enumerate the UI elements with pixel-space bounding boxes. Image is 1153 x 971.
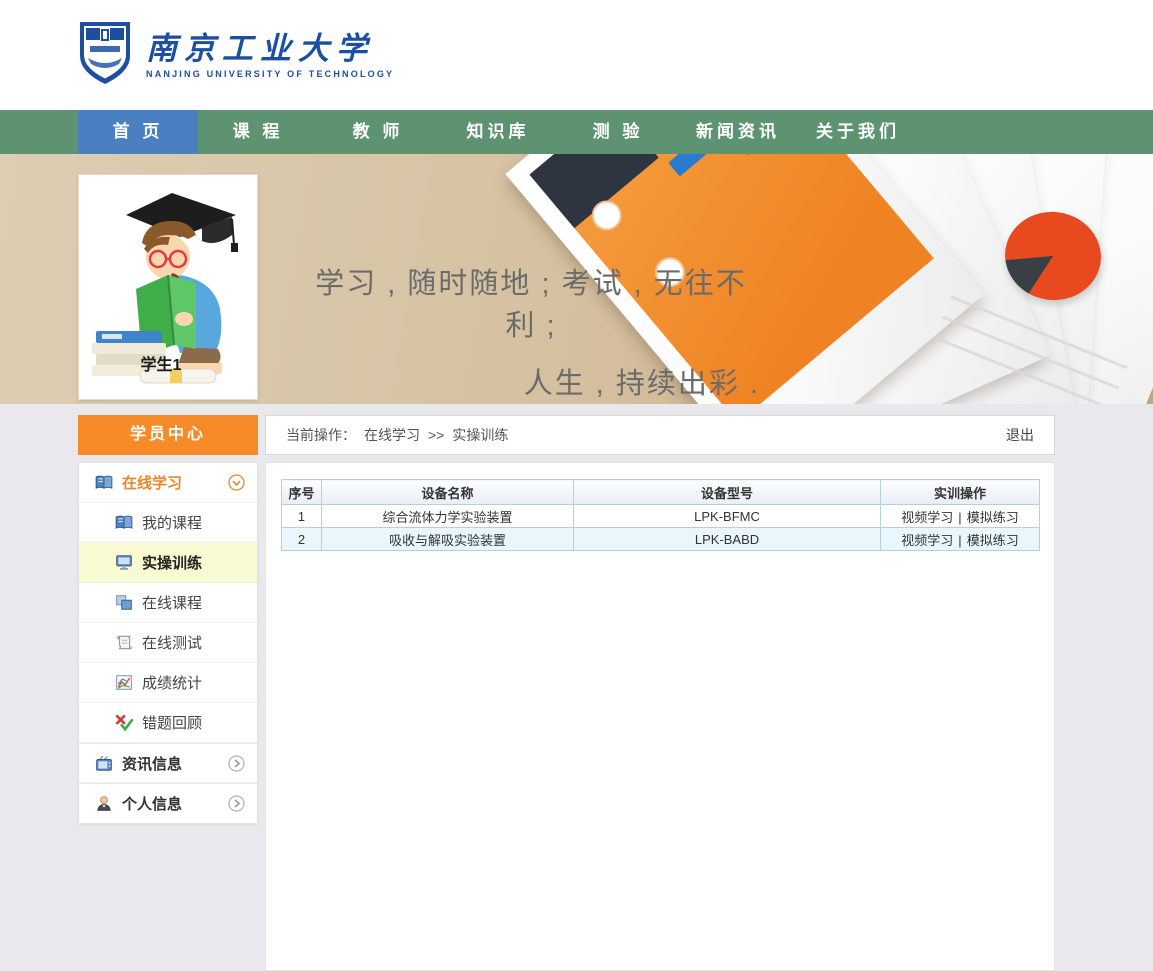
sidebar-item-label: 资讯信息 — [122, 755, 183, 773]
devices-table: 序号 设备名称 设备型号 实训操作 1 综合流体力学实验装置 LPK-BFMC … — [281, 479, 1040, 551]
sidebar-item-label: 在线课程 — [142, 595, 203, 612]
cell-training-ops: 视频学习 | 模拟练习 — [880, 504, 1040, 528]
chevron-down-icon[interactable] — [228, 474, 245, 491]
sidebar-item-wrong-question-review[interactable]: 错题回顾 — [79, 703, 257, 743]
breadcrumb-current: 实操训练 — [452, 427, 509, 443]
nav-item-about[interactable]: 关于我们 — [798, 110, 918, 154]
chevron-right-icon[interactable] — [228, 795, 245, 812]
review-check-icon — [115, 714, 134, 732]
sidebar-item-online-courses[interactable]: 在线课程 — [79, 583, 257, 623]
cell-index: 1 — [281, 504, 322, 528]
simulation-practice-link[interactable]: 模拟练习 — [967, 533, 1019, 548]
table-header-row: 序号 设备名称 设备型号 实训操作 — [281, 479, 1040, 505]
content-panel: 序号 设备名称 设备型号 实训操作 1 综合流体力学实验装置 LPK-BFMC … — [265, 462, 1055, 971]
sidebar-item-personal-info[interactable]: 个人信息 — [79, 783, 257, 823]
nav-item-news[interactable]: 新闻资讯 — [678, 110, 798, 154]
sidebar-item-my-courses[interactable]: 我的课程 — [79, 503, 257, 543]
video-study-link[interactable]: 视频学习 — [901, 533, 953, 548]
slogan-line-2: 人生 , 持续出彩 . — [523, 368, 760, 400]
main-navbar: 首 页 课 程 教 师 知识库 测 验 新闻资讯 关于我们 — [0, 110, 1153, 154]
table-row: 2 吸收与解吸实验装置 LPK-BABD 视频学习 | 模拟练习 — [281, 527, 1040, 551]
sidebar-item-practical-training[interactable]: 实操训练 — [79, 543, 257, 583]
cell-training-ops: 视频学习 | 模拟练习 — [880, 527, 1040, 551]
hero-banner: 学习 , 随时随地 ; 考试 , 无往不利 ; 人生 , 持续出彩 . 学生1 — [0, 154, 1153, 404]
student-name-label: 学生1 — [140, 357, 182, 374]
ops-separator: | — [958, 509, 962, 525]
nav-item-tests[interactable]: 测 验 — [558, 110, 678, 154]
sidebar-item-label: 我的课程 — [142, 515, 203, 532]
member-center-header[interactable]: 学员中心 — [78, 415, 258, 455]
table-row: 1 综合流体力学实验装置 LPK-BFMC 视频学习 | 模拟练习 — [281, 504, 1040, 528]
col-header-device-name: 设备名称 — [321, 479, 574, 505]
person-icon — [95, 795, 113, 812]
scroll-icon — [115, 634, 133, 651]
ops-separator: | — [958, 532, 962, 548]
col-header-device-model: 设备型号 — [573, 479, 881, 505]
open-book-icon — [115, 514, 133, 531]
sidebar-item-label: 错题回顾 — [142, 715, 203, 732]
cell-index: 2 — [281, 527, 322, 551]
sidebar-item-online-study[interactable]: 在线学习 — [79, 463, 257, 503]
sidebar-item-online-tests[interactable]: 在线测试 — [79, 623, 257, 663]
university-logo[interactable]: 南京工业大学 NANJING UNIVERSITY OF TECHNOLOGY — [78, 20, 394, 91]
open-book-icon — [95, 474, 113, 491]
nav-item-courses[interactable]: 课 程 — [198, 110, 318, 154]
logo-en-title: NANJING UNIVERSITY OF TECHNOLOGY — [146, 69, 395, 80]
top-header: 南京工业大学 NANJING UNIVERSITY OF TECHNOLOGY — [0, 0, 1153, 110]
sidebar-item-label: 在线学习 — [122, 475, 183, 492]
cell-device-model: LPK-BFMC — [573, 504, 881, 528]
logo-text: 南京工业大学 NANJING UNIVERSITY OF TECHNOLOGY — [146, 30, 395, 80]
sidebar-item-grade-statistics[interactable]: 成绩统计 — [79, 663, 257, 703]
sidebar-item-news-info[interactable]: 资讯信息 — [79, 743, 257, 783]
student-profile-card: 学生1 — [78, 174, 258, 400]
sidebar-item-label: 在线测试 — [142, 635, 203, 652]
sidebar-menu: 在线学习 我的课程 实操训练 在线课程 在线测试 成绩统计 错题回顾 资讯信息 … — [78, 462, 258, 824]
sidebar-item-label: 成绩统计 — [142, 675, 203, 692]
monitor-icon — [115, 554, 133, 571]
breadcrumb-section[interactable]: 在线学习 — [364, 425, 420, 445]
nav-item-home[interactable]: 首 页 — [78, 110, 198, 154]
logout-link[interactable]: 退出 — [1006, 425, 1034, 445]
cell-device-name: 综合流体力学实验装置 — [321, 504, 574, 528]
page: 南京工业大学 NANJING UNIVERSITY OF TECHNOLOGY … — [0, 0, 1153, 971]
tv-icon — [95, 755, 113, 772]
logo-cn-title: 南京工业大学 — [146, 30, 374, 66]
breadcrumb-label: 当前操作： — [286, 427, 356, 443]
nav-item-knowledge[interactable]: 知识库 — [438, 110, 558, 154]
col-header-index: 序号 — [281, 479, 322, 505]
windows-icon — [115, 594, 133, 611]
video-study-link[interactable]: 视频学习 — [901, 510, 953, 525]
slogan-line-1: 学习 , 随时随地 ; 考试 , 无往不利 ; — [315, 268, 747, 342]
cell-device-model: LPK-BABD — [573, 527, 881, 551]
simulation-practice-link[interactable]: 模拟练习 — [967, 510, 1019, 525]
banner-slogan: 学习 , 随时随地 ; 考试 , 无往不利 ; 人生 , 持续出彩 . — [300, 260, 762, 402]
nav-items: 首 页 课 程 教 师 知识库 测 验 新闻资讯 关于我们 — [78, 110, 1153, 154]
nav-item-teachers[interactable]: 教 师 — [318, 110, 438, 154]
cell-device-name: 吸收与解吸实验装置 — [321, 527, 574, 551]
col-header-training-ops: 实训操作 — [880, 479, 1040, 505]
university-seal-icon — [78, 20, 132, 91]
chevron-right-icon[interactable] — [228, 754, 245, 772]
sidebar-item-label: 个人信息 — [122, 796, 183, 813]
chart-icon — [115, 674, 133, 691]
breadcrumb-bar: 当前操作： 在线学习 >> 实操训练 退出 — [265, 415, 1055, 455]
breadcrumb-arrows: >> — [428, 427, 445, 443]
sidebar-item-label: 实操训练 — [142, 555, 203, 572]
